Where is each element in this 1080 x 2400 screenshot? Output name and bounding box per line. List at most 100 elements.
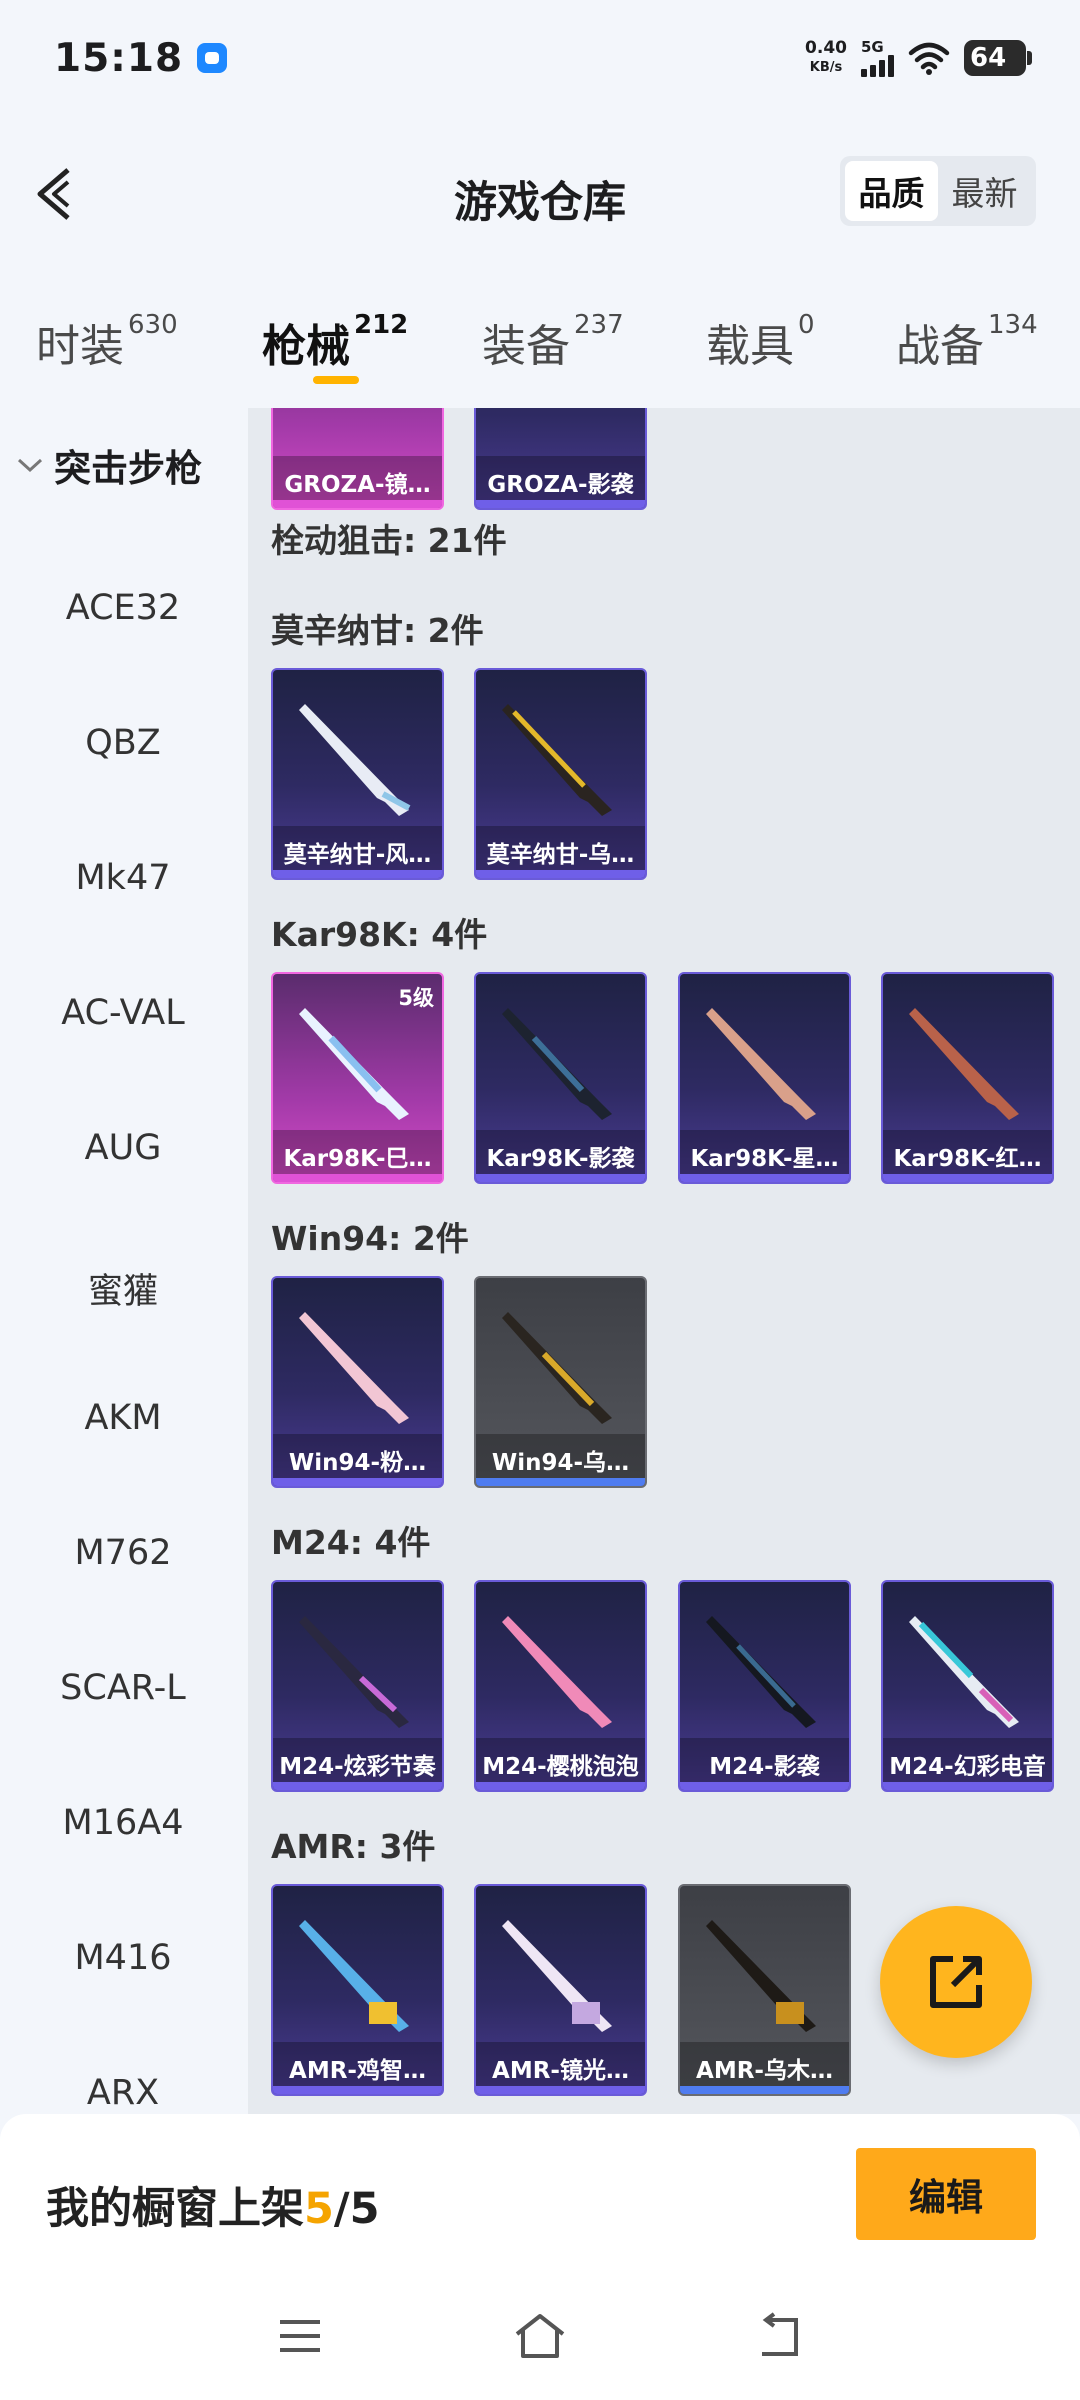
sort-quality-button[interactable]: 品质 — [845, 161, 938, 221]
rifle-icon — [502, 704, 612, 816]
rarity-strip — [476, 2086, 645, 2094]
sort-newest-button[interactable]: 最新 — [938, 161, 1031, 221]
tab-equipment[interactable]: 装备 237 — [482, 310, 624, 374]
rarity-strip — [273, 1478, 442, 1486]
rifle-icon — [909, 1008, 1019, 1120]
rifle-icon — [299, 1312, 409, 1424]
rifle-icon — [706, 1920, 816, 2032]
rarity-strip — [680, 1174, 849, 1182]
rifle-icon — [299, 1616, 409, 1728]
sidebar-item-mk47[interactable]: Mk47 — [0, 858, 246, 898]
weapon-card[interactable]: M24-炫彩节奏 — [271, 1580, 444, 1792]
return-icon[interactable] — [756, 2312, 804, 2360]
weapon-card[interactable]: 莫辛纳甘-乌… — [474, 668, 647, 880]
rarity-strip — [273, 2086, 442, 2094]
weapon-card[interactable]: Kar98K-影袭 — [474, 972, 647, 1184]
section-title: 莫辛纳甘: 2件 — [271, 611, 484, 650]
category-title: 栓动狙击: 21件 — [271, 521, 507, 560]
tab-label: 战备 — [896, 321, 984, 372]
sidebar-item-akm[interactable]: AKM — [0, 1398, 246, 1438]
sidebar-group-assault-rifles[interactable]: 突击步枪 — [16, 438, 202, 492]
tab-count: 0 — [798, 310, 815, 340]
sidebar-item-qbz[interactable]: QBZ — [0, 723, 246, 763]
weapon-card[interactable]: GROZA-影袭 — [474, 408, 647, 510]
weapon-card[interactable]: Kar98K-红… — [881, 972, 1054, 1184]
section-title: Win94: 2件 — [271, 1219, 469, 1258]
tab-label: 枪械 — [262, 321, 350, 372]
section-title: M24: 4件 — [271, 1523, 431, 1562]
sidebar-item-m416[interactable]: M416 — [0, 1938, 246, 1978]
status-bar: 15:18 0.40 KB/s 5G 64 — [0, 0, 1080, 116]
tab-count: 237 — [574, 310, 624, 340]
showcase-bar: 我的橱窗上架5/5 编辑 — [0, 2114, 1080, 2284]
share-button[interactable] — [880, 1906, 1032, 2058]
network-type: 5G — [861, 37, 884, 56]
sidebar-group-label: 突击步枪 — [54, 447, 202, 490]
tab-vehicles[interactable]: 载具 0 — [706, 310, 815, 374]
rifle-icon — [502, 1008, 612, 1120]
sidebar-item-aug[interactable]: AUG — [0, 1128, 246, 1168]
app-notification-icon — [197, 43, 228, 73]
weapon-type-sidebar: 突击步枪 ACE32 QBZ Mk47 AC-VAL AUG 蜜獾 AKM M7… — [0, 408, 246, 2114]
home-icon[interactable] — [513, 2312, 567, 2360]
tab-count: 134 — [988, 310, 1038, 340]
weapon-grid: GROZA-镜… GROZA-影袭 栓动狙击: 21件 莫辛纳甘: 2件 莫辛纳… — [248, 408, 1080, 2114]
tab-label: 装备 — [482, 321, 570, 372]
tab-label: 载具 — [706, 321, 794, 372]
edit-button[interactable]: 编辑 — [856, 2148, 1036, 2240]
sidebar-item-m762[interactable]: M762 — [0, 1533, 246, 1573]
sidebar-item-ace32[interactable]: ACE32 — [0, 588, 246, 628]
rarity-strip — [680, 1782, 849, 1790]
tab-firearms[interactable]: 枪械 212 — [262, 310, 408, 374]
weapon-card[interactable]: Kar98K-星… — [678, 972, 851, 1184]
weapon-card[interactable]: AMR-镜光… — [474, 1884, 647, 2096]
section-title: Kar98K: 4件 — [271, 915, 488, 954]
rarity-strip — [476, 1782, 645, 1790]
status-indicators: 0.40 KB/s 5G 64 — [805, 37, 1032, 77]
category-tabs: 时装 630 枪械 212 装备 237 载具 0 战备 134 — [0, 290, 1080, 410]
rifle-icon — [502, 1616, 612, 1728]
sidebar-item-arx[interactable]: ARX — [0, 2073, 246, 2113]
rarity-strip — [883, 1174, 1052, 1182]
battery-level: 64 — [970, 43, 1007, 73]
weapon-card[interactable]: M24-樱桃泡泡 — [474, 1580, 647, 1792]
network-speed-value: 0.40 — [805, 38, 847, 58]
weapon-card[interactable]: M24-幻彩电音 — [881, 1580, 1054, 1792]
rarity-strip — [680, 2086, 849, 2094]
active-tab-indicator — [313, 376, 359, 384]
sidebar-item-honey-badger[interactable]: 蜜獾 — [0, 1263, 246, 1314]
weapon-card[interactable]: AMR-鸡智… — [271, 1884, 444, 2096]
tab-costume[interactable]: 时装 630 — [36, 310, 178, 374]
weapon-card[interactable]: 莫辛纳甘-风… — [271, 668, 444, 880]
rifle-icon — [706, 1008, 816, 1120]
rifle-icon — [706, 1616, 816, 1728]
sidebar-item-m16a4[interactable]: M16A4 — [0, 1803, 246, 1843]
showcase-label: 我的橱窗上架 — [46, 2184, 304, 2234]
weapon-card[interactable]: 5级 Kar98K-巳… — [271, 972, 444, 1184]
header: 游戏仓库 品质 最新 — [0, 140, 1080, 250]
system-navigation-bar — [0, 2284, 1080, 2400]
rifle-icon — [502, 1920, 612, 2032]
sidebar-item-scar-l[interactable]: SCAR-L — [0, 1668, 246, 1708]
weapon-card[interactable]: AMR-乌木… — [678, 1884, 851, 2096]
status-time: 15:18 — [54, 35, 184, 81]
rifle-icon — [502, 1312, 612, 1424]
rarity-strip — [273, 1174, 442, 1182]
sidebar-item-ac-val[interactable]: AC-VAL — [0, 993, 246, 1033]
rarity-strip — [476, 1478, 645, 1486]
tab-supplies[interactable]: 战备 134 — [896, 310, 1038, 374]
sort-toggle: 品质 最新 — [840, 156, 1036, 226]
wifi-icon — [908, 42, 950, 75]
weapon-card[interactable]: Win94-粉… — [271, 1276, 444, 1488]
section-title: AMR: 3件 — [271, 1827, 436, 1866]
share-external-icon — [930, 1956, 982, 2008]
weapon-card[interactable]: M24-影袭 — [678, 1580, 851, 1792]
rifle-icon — [909, 1616, 1019, 1728]
rarity-strip — [273, 1782, 442, 1790]
weapon-card[interactable]: Win94-乌… — [474, 1276, 647, 1488]
tab-label: 时装 — [36, 321, 124, 372]
showcase-separator: / — [333, 2184, 350, 2234]
weapon-card[interactable]: GROZA-镜… — [271, 408, 444, 510]
menu-icon[interactable] — [276, 2312, 324, 2360]
rarity-strip — [476, 870, 645, 878]
